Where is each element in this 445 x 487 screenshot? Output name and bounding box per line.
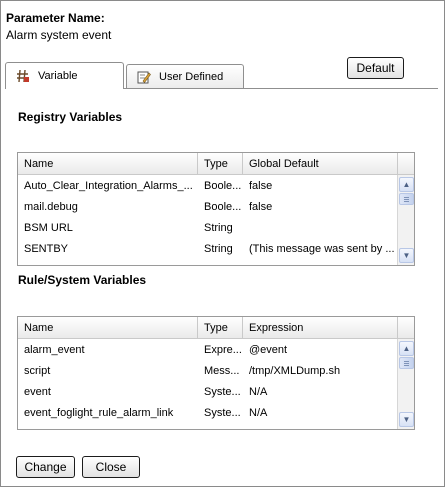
vertical-scrollbar[interactable]: ▲ ▼ (397, 339, 414, 429)
registry-variables-title: Registry Variables (18, 110, 123, 124)
tab-variable[interactable]: Variable (5, 62, 124, 89)
scroll-up-icon[interactable]: ▲ (399, 341, 414, 356)
scroll-thumb[interactable] (399, 193, 414, 205)
cell-name: alarm_event (24, 344, 85, 356)
cell-global-default (243, 218, 398, 239)
rule-system-variables-table: Name Type Expression alarm_event Expre..… (17, 316, 415, 430)
cell-name: SENTBY (24, 243, 69, 255)
variable-icon (16, 69, 30, 83)
cell-expression: @event (249, 344, 288, 356)
table-header: Name Type Global Default (18, 153, 414, 175)
cell-type: Mess... (204, 365, 240, 377)
parameter-name-value: Alarm system event (6, 28, 112, 42)
cell-name: Auto_Clear_Integration_Alarms_... (24, 180, 193, 192)
table-header: Name Type Expression (18, 317, 414, 339)
cell-type: String (204, 222, 233, 234)
scroll-up-icon[interactable]: ▲ (399, 177, 414, 192)
parameter-dialog: Parameter Name: Alarm system event Varia… (0, 0, 445, 487)
cell-name: script (24, 365, 51, 377)
tab-user-defined-label: User Defined (159, 70, 224, 83)
cell-expression: /tmp/XMLDump.sh (249, 365, 341, 377)
cell-type: String (204, 243, 233, 255)
column-header-name[interactable]: Name (18, 317, 198, 339)
cell-name: BSM URL (24, 222, 73, 234)
vertical-scrollbar[interactable]: ▲ ▼ (397, 175, 414, 265)
cell-type: Expre... (204, 344, 242, 356)
column-header-expression[interactable]: Expression (243, 317, 398, 339)
cell-expression: N/A (249, 386, 268, 398)
cell-name: event_foglight_rule_alarm_link (24, 407, 174, 419)
cell-global-default: (This message was sent by ... (249, 243, 395, 255)
scroll-down-icon[interactable]: ▼ (399, 412, 414, 427)
column-header-name[interactable]: Name (18, 153, 198, 175)
scroll-down-icon[interactable]: ▼ (399, 248, 414, 263)
scroll-thumb[interactable] (399, 357, 414, 369)
cell-expression: N/A (249, 407, 268, 419)
tab-variable-label: Variable (38, 70, 78, 82)
column-header-global-default[interactable]: Global Default (243, 153, 398, 175)
cell-type: Boole... (204, 180, 242, 192)
change-button[interactable]: Change (16, 456, 75, 478)
tab-user-defined[interactable]: User Defined (126, 64, 244, 88)
column-header-type[interactable]: Type (198, 153, 243, 175)
cell-global-default: false (249, 201, 273, 213)
parameter-name-label: Parameter Name: (6, 11, 105, 25)
default-button[interactable]: Default (347, 57, 404, 79)
cell-type: Boole... (204, 201, 242, 213)
column-header-type[interactable]: Type (198, 317, 243, 339)
cell-global-default: false (249, 180, 273, 192)
cell-type: Syste... (204, 407, 241, 419)
cell-name: event (24, 386, 51, 398)
cell-name: mail.debug (24, 201, 78, 213)
registry-variables-table: Name Type Global Default Auto_Clear_Inte… (17, 152, 415, 266)
close-button[interactable]: Close (82, 456, 140, 478)
rule-system-variables-title: Rule/System Variables (18, 273, 147, 287)
edit-icon (137, 70, 151, 84)
cell-type: Syste... (204, 386, 241, 398)
